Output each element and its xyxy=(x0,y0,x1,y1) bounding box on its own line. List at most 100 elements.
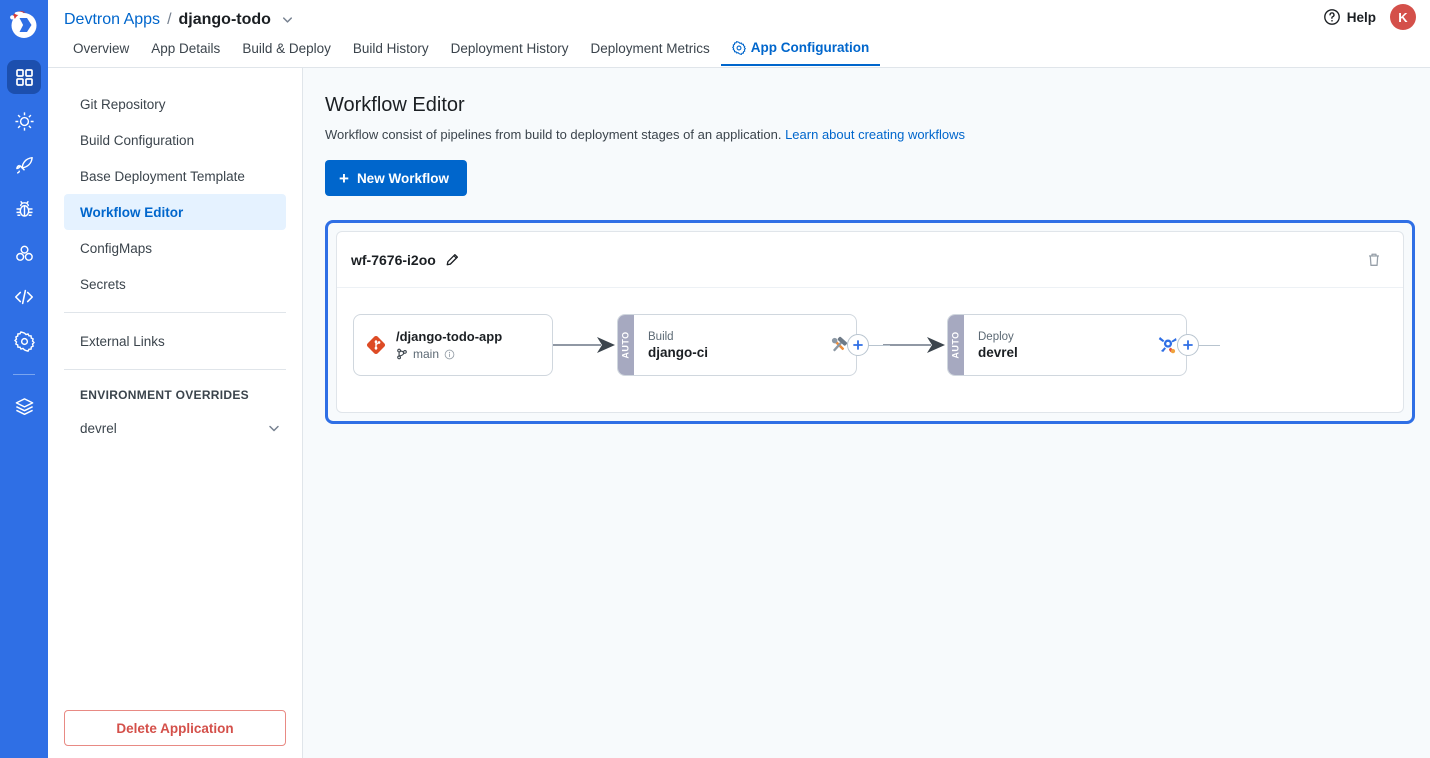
sidebar-footer: Delete Application xyxy=(48,710,302,758)
sidebar-item-git-repository[interactable]: Git Repository xyxy=(64,86,286,122)
header-actions: Help K xyxy=(1323,4,1416,30)
workflow-editor-content: Workflow Editor Workflow consist of pipe… xyxy=(303,68,1430,758)
primary-nav-rail xyxy=(0,0,48,758)
gear-icon xyxy=(732,41,746,55)
breadcrumb-separator: / xyxy=(167,11,171,29)
main-column: Devtron Apps / django-todo Overview App … xyxy=(48,0,1430,758)
app-root: Devtron Apps / django-todo Overview App … xyxy=(0,0,1430,758)
git-source-node[interactable]: /django-todo-app main xyxy=(353,314,553,376)
delete-application-button[interactable]: Delete Application xyxy=(64,710,286,746)
sidebar-item-code[interactable] xyxy=(7,280,41,314)
chevron-down-icon xyxy=(266,420,282,436)
edit-pencil-icon[interactable] xyxy=(445,253,459,267)
sidebar-item-configmaps[interactable]: ConfigMaps xyxy=(64,230,286,266)
sidebar-item-stack-manager[interactable] xyxy=(7,389,41,423)
build-trigger-label: AUTO xyxy=(621,331,631,358)
sidebar-item-base-deployment-template[interactable]: Base Deployment Template xyxy=(64,158,286,194)
deploy-node-name: devrel xyxy=(978,345,1156,360)
tab-label: Overview xyxy=(73,42,129,56)
sidebar-divider xyxy=(64,369,286,370)
help-circle-icon xyxy=(1323,8,1341,26)
build-node-text: Build django-ci xyxy=(634,315,828,375)
avatar[interactable]: K xyxy=(1390,4,1416,30)
app-header: Devtron Apps / django-todo Overview App … xyxy=(48,0,1430,68)
tab-label: Build & Deploy xyxy=(242,42,331,56)
breadcrumb-devtron-apps[interactable]: Devtron Apps xyxy=(64,11,160,29)
sidebar-item-applications[interactable] xyxy=(7,60,41,94)
devtron-logo[interactable] xyxy=(0,0,48,48)
sidebar-item-label: Build Configuration xyxy=(80,133,194,148)
tab-build-and-deploy[interactable]: Build & Deploy xyxy=(231,42,342,67)
sidebar-item-global-configurations[interactable] xyxy=(7,324,41,358)
sidebar-item-deployments[interactable] xyxy=(7,148,41,182)
git-icon xyxy=(366,335,386,355)
environment-overrides-heading: ENVIRONMENT OVERRIDES xyxy=(48,380,302,410)
connector-stub xyxy=(868,345,890,346)
breadcrumb: Devtron Apps / django-todo xyxy=(64,0,1430,34)
help-label: Help xyxy=(1347,10,1376,25)
tab-app-details[interactable]: App Details xyxy=(140,42,231,67)
tab-app-configuration[interactable]: App Configuration xyxy=(721,41,880,66)
tab-label: Build History xyxy=(353,42,429,56)
tab-build-history[interactable]: Build History xyxy=(342,42,440,67)
new-workflow-button[interactable]: + New Workflow xyxy=(325,160,467,196)
new-workflow-label: New Workflow xyxy=(357,171,449,186)
delete-workflow-icon[interactable] xyxy=(1365,251,1383,269)
tab-deployment-metrics[interactable]: Deployment Metrics xyxy=(579,42,720,67)
deploy-trigger-label: AUTO xyxy=(951,331,961,358)
workflow-pipeline-row: /django-todo-app main xyxy=(337,288,1403,412)
sidebar-item-label: Secrets xyxy=(80,277,126,292)
page-title: Workflow Editor xyxy=(325,94,1418,117)
tab-overview[interactable]: Overview xyxy=(64,42,140,67)
env-label: devrel xyxy=(80,421,117,436)
connector-arrow xyxy=(883,334,947,356)
page-subtitle: Workflow consist of pipelines from build… xyxy=(325,127,1418,142)
breadcrumb-app-name: django-todo xyxy=(179,11,271,29)
add-after-deploy-button[interactable] xyxy=(1177,334,1199,356)
learn-about-workflows-link[interactable]: Learn about creating workflows xyxy=(785,127,965,142)
sidebar-item-label: ConfigMaps xyxy=(80,241,152,256)
tab-deployment-history[interactable]: Deployment History xyxy=(440,42,580,67)
build-node-name: django-ci xyxy=(648,345,828,360)
plus-icon: + xyxy=(339,170,349,187)
sidebar-item-env-devrel[interactable]: devrel xyxy=(48,410,302,446)
info-circle-icon[interactable] xyxy=(444,349,455,360)
git-source-text: /django-todo-app main xyxy=(396,329,502,361)
workflow-name-group: wf-7676-i2oo xyxy=(351,252,459,268)
deploy-pipeline-node[interactable]: AUTO Deploy devrel xyxy=(947,314,1187,376)
workflow-card-header: wf-7676-i2oo xyxy=(337,232,1403,288)
tab-label: Deployment Metrics xyxy=(590,42,709,56)
tab-label: Deployment History xyxy=(451,42,569,56)
build-node-kind: Build xyxy=(648,331,828,343)
sidebar-item-label: Workflow Editor xyxy=(80,205,183,220)
add-after-build-button[interactable] xyxy=(847,334,869,356)
deploy-node-text: Deploy devrel xyxy=(964,315,1156,375)
sidebar-item-label: External Links xyxy=(80,334,165,349)
sidebar-item-resource-browser[interactable] xyxy=(7,104,41,138)
help-button[interactable]: Help xyxy=(1323,8,1376,26)
workflow-selection-frame[interactable]: wf-7676-i2oo xyxy=(325,220,1415,424)
page-subtitle-text: Workflow consist of pipelines from build… xyxy=(325,127,781,142)
sidebar-item-label: Git Repository xyxy=(80,97,166,112)
sidebar-item-build-configuration[interactable]: Build Configuration xyxy=(64,122,286,158)
rail-divider xyxy=(13,374,35,375)
branch-icon xyxy=(396,348,408,360)
tab-label: App Details xyxy=(151,42,220,56)
chevron-down-icon[interactable] xyxy=(280,12,295,27)
sidebar-item-external-links[interactable]: External Links xyxy=(64,323,286,359)
workflow-name: wf-7676-i2oo xyxy=(351,252,436,268)
sidebar-item-security[interactable] xyxy=(7,192,41,226)
connector-stub xyxy=(1198,345,1220,346)
tab-label: App Configuration xyxy=(751,41,869,55)
sidebar-item-label: Base Deployment Template xyxy=(80,169,245,184)
sidebar-item-clusters[interactable] xyxy=(7,236,41,270)
git-repo-name: /django-todo-app xyxy=(396,329,502,344)
git-branch-name: main xyxy=(413,347,439,361)
sidebar-item-secrets[interactable]: Secrets xyxy=(64,266,286,302)
deploy-node-kind: Deploy xyxy=(978,331,1156,343)
page-body: Git Repository Build Configuration Base … xyxy=(48,68,1430,758)
app-tabs: Overview App Details Build & Deploy Buil… xyxy=(64,34,1430,66)
build-pipeline-node[interactable]: AUTO Build django-ci xyxy=(617,314,857,376)
sidebar-divider xyxy=(64,312,286,313)
sidebar-item-workflow-editor[interactable]: Workflow Editor xyxy=(64,194,286,230)
